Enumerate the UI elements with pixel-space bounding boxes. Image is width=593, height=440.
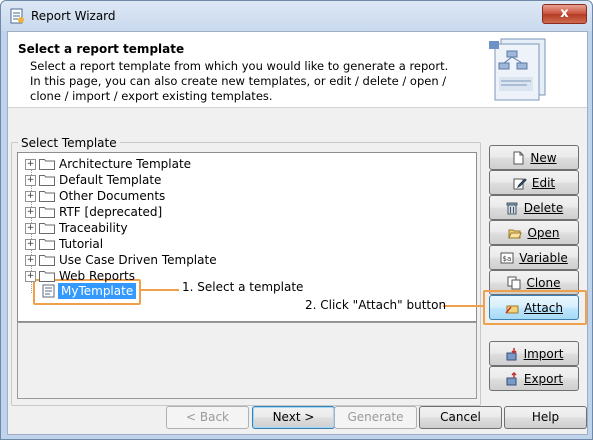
folder-icon — [39, 175, 55, 186]
tree-item-label: Architecture Template — [59, 157, 192, 171]
export-button[interactable]: Export — [489, 366, 579, 391]
trash-icon — [506, 202, 518, 214]
cancel-button[interactable]: Cancel — [419, 406, 502, 429]
import-button[interactable]: Import — [489, 341, 579, 366]
step1-annotation: 1. Select a template — [182, 280, 304, 294]
tree-item-label: Tutorial — [59, 237, 104, 251]
step2-callout-line — [443, 305, 483, 307]
expand-plus-icon[interactable]: + — [25, 175, 36, 186]
export-icon — [506, 371, 517, 385]
folder-icon — [39, 207, 55, 218]
expand-plus-icon[interactable]: + — [25, 207, 36, 218]
expand-plus-icon[interactable]: + — [25, 223, 36, 234]
tree-item-label: Other Documents — [59, 189, 166, 203]
import-icon — [506, 347, 517, 360]
next-button[interactable]: Next > — [252, 406, 335, 429]
edit-button[interactable]: Edit — [489, 170, 579, 195]
page-title: Select a report template — [18, 42, 185, 56]
window-title: Report Wizard — [31, 9, 116, 23]
page-description: Select a report template from which you … — [30, 59, 449, 103]
wizard-header: Select a report template Select a report… — [8, 32, 587, 108]
tree-item-label: Default Template — [59, 173, 162, 187]
edit-pencil-icon — [513, 177, 527, 189]
help-button[interactable]: Help — [504, 406, 587, 429]
expand-plus-icon[interactable]: + — [25, 271, 36, 282]
expand-plus-icon[interactable]: + — [25, 239, 36, 250]
report-template-graphic-icon — [489, 38, 546, 101]
expand-plus-icon[interactable]: + — [25, 255, 36, 266]
expand-plus-icon[interactable]: + — [25, 159, 36, 170]
generate-button[interactable]: Generate — [334, 406, 417, 429]
title-bar[interactable]: Report Wizard x — [1, 1, 592, 31]
delete-button[interactable]: Delete — [489, 195, 579, 220]
step2-annotation: 2. Click "Attach" button — [305, 298, 447, 312]
select-template-label: Select Template — [18, 136, 120, 150]
variable-label: Variable — [519, 250, 568, 265]
svg-text:$a: $a — [503, 255, 512, 263]
tree-item-label: Web Reports — [59, 269, 136, 283]
tree-item-label: RTF [deprecated] — [59, 205, 163, 219]
tree-item-label: Traceability — [59, 221, 128, 235]
export-label: Export — [523, 371, 564, 386]
report-wizard-window: Report Wizard x Select a report template… — [0, 0, 593, 440]
clone-icon — [507, 276, 521, 289]
folder-icon — [39, 255, 55, 266]
open-label: Open — [527, 225, 560, 240]
clone-label: Clone — [526, 275, 561, 290]
variable-button[interactable]: $a Variable — [489, 245, 579, 270]
close-icon: x — [560, 6, 569, 21]
template-description-box — [17, 322, 477, 399]
folder-icon — [39, 271, 55, 282]
import-label: Import — [523, 346, 564, 361]
edit-label: Edit — [531, 175, 556, 190]
folder-icon — [39, 223, 55, 234]
open-folder-icon — [508, 229, 523, 238]
new-label: New — [530, 150, 557, 165]
folder-icon — [39, 239, 55, 250]
new-button[interactable]: New — [489, 145, 579, 170]
wizard-app-icon — [10, 8, 24, 24]
step1-callout-line — [139, 289, 179, 291]
tree-item-label: Use Case Driven Template — [59, 253, 217, 267]
folder-icon — [39, 159, 55, 170]
new-document-icon — [513, 151, 524, 164]
variable-icon: $a — [500, 252, 514, 263]
folder-icon — [39, 191, 55, 202]
back-button[interactable]: < Back — [166, 406, 249, 429]
expand-plus-icon[interactable]: + — [25, 191, 36, 202]
close-button[interactable]: x — [542, 4, 587, 24]
attach-highlight — [483, 290, 587, 325]
open-button[interactable]: Open — [489, 220, 579, 245]
delete-label: Delete — [523, 200, 564, 215]
